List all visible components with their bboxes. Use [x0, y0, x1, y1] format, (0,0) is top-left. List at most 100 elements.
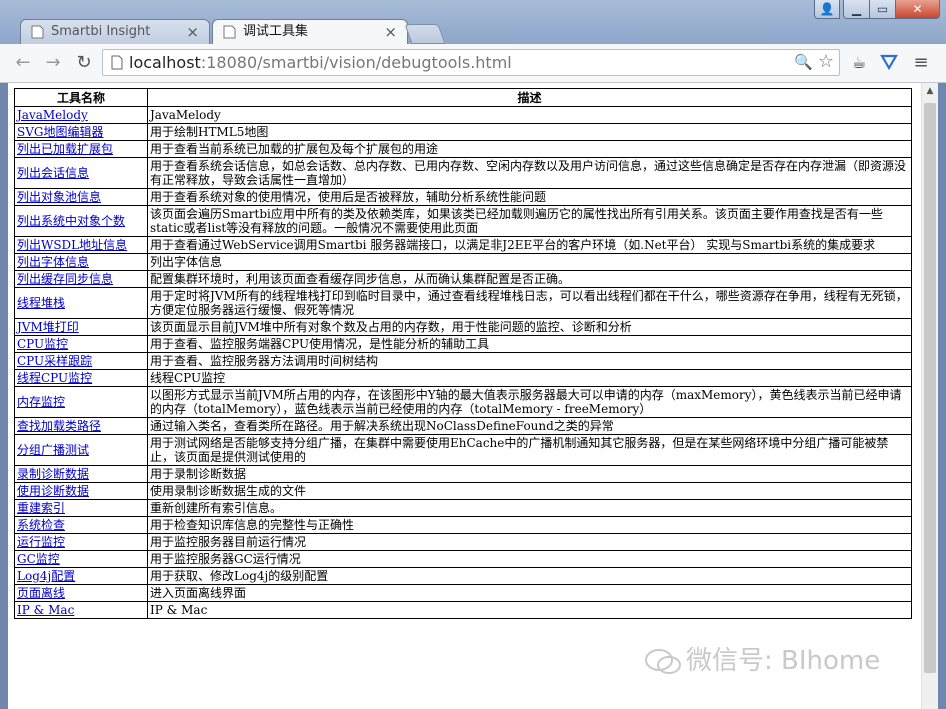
table-row: 列出缓存同步信息 配置集群环境时，利用该页面查看缓存同步信息，从而确认集群配置是否… [14, 270, 912, 288]
tool-description: 用于查看当前系统已加载的扩展包及每个扩展包的用途 [147, 140, 912, 158]
tool-link[interactable]: 录制诊断数据 [17, 467, 89, 481]
tool-link[interactable]: 页面离线 [17, 586, 65, 600]
tool-link[interactable]: IP & Mac [17, 603, 74, 617]
forward-icon[interactable]: → [42, 52, 64, 74]
tool-name-cell: Log4j配置 [14, 567, 148, 585]
tool-name-cell: 使用诊断数据 [14, 482, 148, 500]
tool-description: 使用录制诊断数据生成的文件 [147, 482, 912, 500]
tool-name-cell: IP & Mac [14, 601, 148, 619]
minimize-button[interactable]: ▁ [843, 0, 870, 19]
close-icon[interactable]: × [384, 20, 397, 44]
tool-description: 重新创建所有索引信息。 [147, 499, 912, 517]
tool-link[interactable]: 系统检查 [17, 518, 65, 532]
table-row: CPU监控 用于查看、监控服务端器CPU使用情况，是性能分析的辅助工具 [14, 335, 912, 353]
back-icon[interactable]: ← [12, 52, 34, 74]
tool-link[interactable]: 内存监控 [17, 395, 65, 409]
tool-link[interactable]: JavaMelody [17, 108, 88, 122]
tool-description: 该页面会遍历Smartbi应用中所有的类及依赖类库，如果该类已经加载则遍历它的属… [147, 205, 912, 237]
tool-name-cell: GC监控 [14, 550, 148, 568]
tool-link[interactable]: SVG地图编辑器 [17, 125, 103, 139]
tool-link[interactable]: 运行监控 [17, 535, 65, 549]
new-tab-button[interactable] [404, 24, 446, 44]
maximize-button[interactable]: ▭ [869, 0, 896, 19]
user-icon[interactable]: 👤 [814, 0, 840, 19]
tool-name-cell: 线程堆栈 [14, 287, 148, 319]
address-bar[interactable]: localhost:18080/smartbi/vision/debugtool… [102, 49, 840, 76]
search-icon[interactable]: 🔍 [794, 53, 813, 71]
scroll-thumb[interactable] [924, 103, 936, 673]
tool-description: 进入页面离线界面 [147, 584, 912, 602]
tool-link[interactable]: 列出WSDL地址信息 [17, 238, 127, 252]
tool-name-cell: 列出已加载扩展包 [14, 140, 148, 158]
tool-link[interactable]: 线程堆栈 [17, 296, 65, 310]
tool-description: 列出字体信息 [147, 253, 912, 271]
table-row: 查找加载类路径 通过输入类名，查看类所在路径。用于解决系统出现NoClassDef… [14, 417, 912, 435]
tool-description: 用于查看通过WebService调用Smartbi 服务器端接口，以满足非J2E… [147, 236, 912, 254]
tool-name-cell: 查找加载类路径 [14, 417, 148, 435]
tool-name-cell: 内存监控 [14, 386, 148, 418]
bookmark-star-icon[interactable]: ☆ [818, 51, 834, 72]
reload-icon[interactable]: ↻ [73, 52, 95, 74]
menu-icon[interactable]: ≡ [910, 53, 932, 75]
tool-link[interactable]: 列出对象池信息 [17, 190, 101, 204]
tool-link[interactable]: 使用诊断数据 [17, 484, 89, 498]
tool-description: 用于查看、监控服务端器CPU使用情况，是性能分析的辅助工具 [147, 335, 912, 353]
tool-name-cell: SVG地图编辑器 [14, 123, 148, 141]
vertical-scrollbar[interactable]: ▲ [921, 83, 938, 709]
window-controls: 👤 ▁ ▭ ✕ [814, 0, 940, 20]
tab-title: Smartbi Insight [51, 24, 151, 39]
tool-description: 用于获取、修改Log4j的级别配置 [147, 567, 912, 585]
table-row: 列出对象池信息 用于查看系统对象的使用情况，使用后是否被释放，辅助分析系统性能问题 [14, 188, 912, 206]
table-row: IP & Mac IP & Mac [14, 601, 912, 619]
tab-smartbi-insight[interactable]: Smartbi Insight × [20, 19, 210, 44]
tool-name-cell: 列出WSDL地址信息 [14, 236, 148, 254]
tool-name-cell: JavaMelody [14, 106, 148, 124]
tool-link[interactable]: CPU监控 [17, 337, 68, 351]
tool-link[interactable]: 列出缓存同步信息 [17, 272, 113, 286]
close-icon[interactable]: × [186, 20, 199, 44]
tool-description: 用于查看系统会话信息，如总会话数、总内存数、已用内存数、空闲内存数以及用户访问信… [147, 157, 912, 189]
wechat-logo-icon [645, 648, 681, 674]
scroll-up-arrow-icon[interactable]: ▲ [922, 83, 938, 100]
table-row: 线程堆栈 用于定时将JVM所有的线程堆栈打印到临时目录中，通过查看线程堆栈日志，可… [14, 287, 912, 319]
table-row: CPU采样跟踪 用于查看、监控服务器方法调用时间树结构 [14, 352, 912, 370]
url-text: localhost:18080/smartbi/vision/debugtool… [129, 53, 512, 72]
table-row: 线程CPU监控 线程CPU监控 [14, 369, 912, 387]
tool-description: 配置集群环境时，利用该页面查看缓存同步信息，从而确认集群配置是否正确。 [147, 270, 912, 288]
tool-link[interactable]: 列出已加载扩展包 [17, 142, 113, 156]
watermark-text: 微信号: BIhome [686, 646, 881, 676]
tool-link[interactable]: 重建索引 [17, 501, 65, 515]
tool-description: 用于检查知识库信息的完整性与正确性 [147, 516, 912, 534]
shield-extension-icon[interactable] [878, 53, 900, 75]
table-row: 系统检查 用于检查知识库信息的完整性与正确性 [14, 516, 912, 534]
tool-description: IP & Mac [147, 601, 912, 619]
tool-link[interactable]: 列出字体信息 [17, 255, 89, 269]
title-bar: Smartbi Insight × 调试工具集 × 👤 ▁ ▭ ✕ [0, 0, 946, 44]
column-header-name: 工具名称 [14, 88, 148, 107]
tool-link[interactable]: JVM堆打印 [17, 320, 79, 334]
table-row: Log4j配置 用于获取、修改Log4j的级别配置 [14, 567, 912, 585]
tools-table: 工具名称 描述 JavaMelody JavaMelody SVG地图编辑器 用于绘制… [14, 88, 912, 619]
tool-link[interactable]: 分组广播测试 [17, 443, 89, 457]
tool-description: 用于查看、监控服务器方法调用时间树结构 [147, 352, 912, 370]
tool-name-cell: 重建索引 [14, 499, 148, 517]
table-row: 使用诊断数据 使用录制诊断数据生成的文件 [14, 482, 912, 500]
close-window-button[interactable]: ✕ [895, 0, 940, 19]
table-row: GC监控 用于监控服务器GC运行情况 [14, 550, 912, 568]
tool-link[interactable]: CPU采样跟踪 [17, 354, 92, 368]
tool-link[interactable]: 列出会话信息 [17, 166, 89, 180]
table-header-row: 工具名称 描述 [14, 88, 912, 107]
tool-description: 用于监控服务器GC运行情况 [147, 550, 912, 568]
page-icon [111, 55, 123, 70]
tool-link[interactable]: 查找加载类路径 [17, 419, 101, 433]
table-row: 列出WSDL地址信息 用于查看通过WebService调用Smartbi 服务器端… [14, 236, 912, 254]
tool-name-cell: 列出缓存同步信息 [14, 270, 148, 288]
tool-description: 用于监控服务器目前运行情况 [147, 533, 912, 551]
coffee-extension-icon[interactable]: ☕ [848, 53, 870, 75]
tool-name-cell: 列出系统中对象个数 [14, 205, 148, 237]
tool-link[interactable]: 列出系统中对象个数 [17, 214, 125, 228]
tab-debugtools[interactable]: 调试工具集 × [212, 19, 408, 44]
tool-link[interactable]: 线程CPU监控 [17, 371, 92, 385]
tool-link[interactable]: Log4j配置 [17, 569, 75, 583]
tool-link[interactable]: GC监控 [17, 552, 60, 566]
